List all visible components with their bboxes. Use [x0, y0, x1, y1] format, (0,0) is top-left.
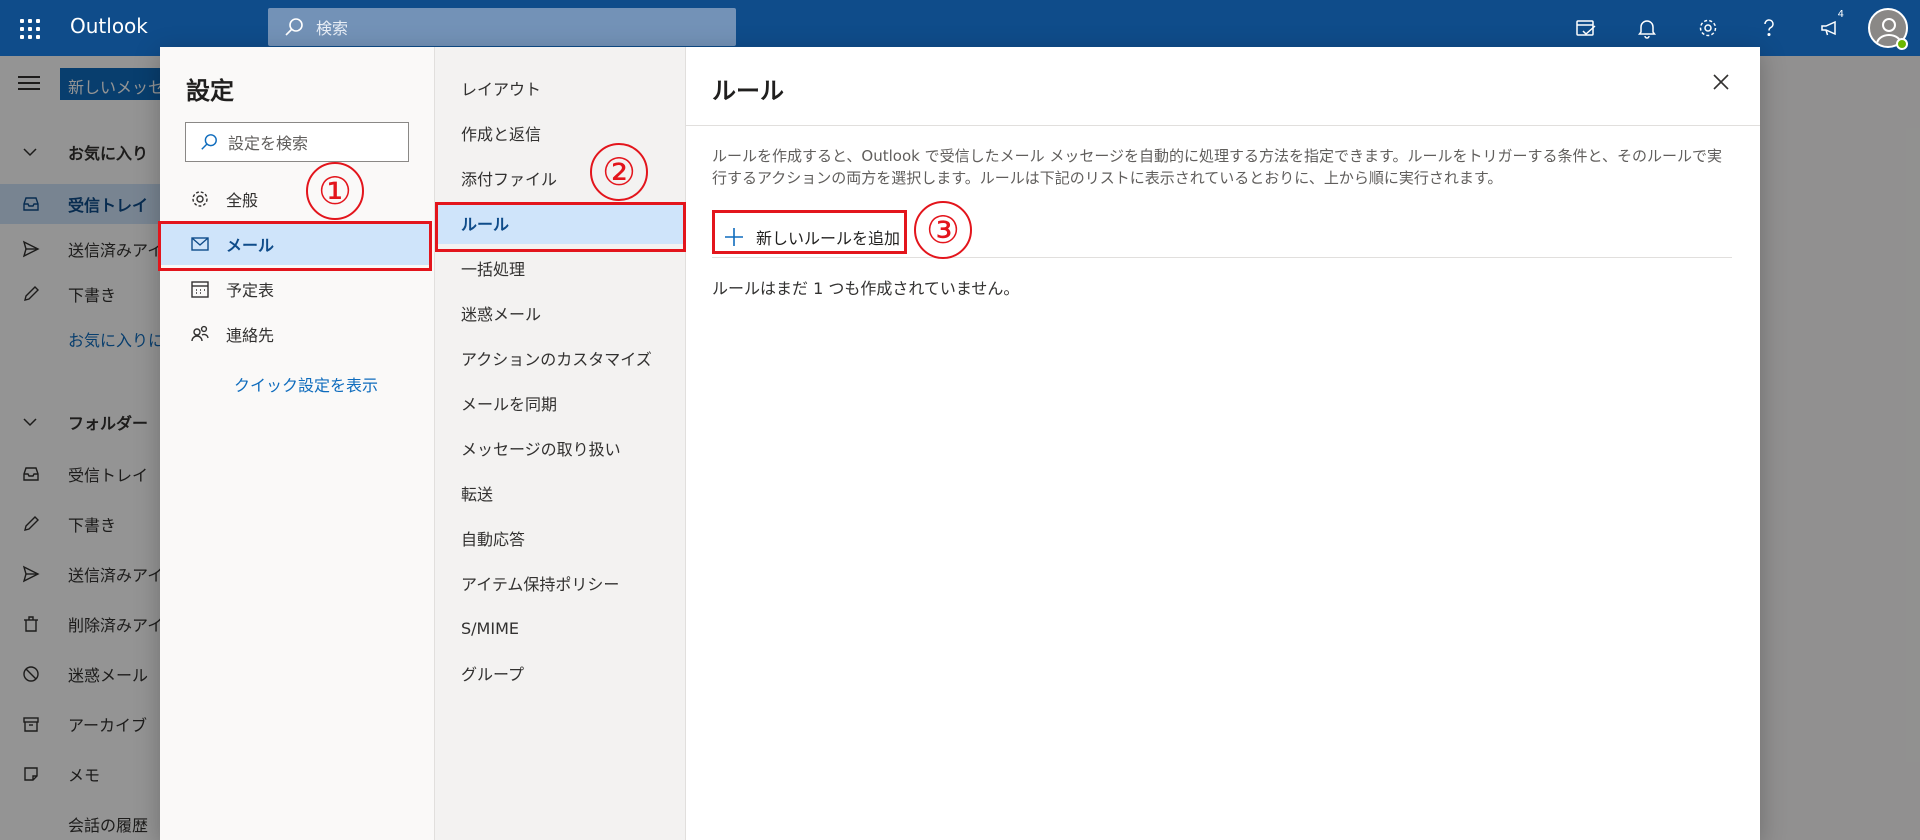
- app-launcher-icon[interactable]: [17, 16, 41, 40]
- section-customize-actions[interactable]: アクションのカスタマイズ: [435, 337, 685, 379]
- search-icon: [285, 18, 303, 36]
- section-smime[interactable]: S/MIME: [435, 607, 685, 649]
- settings-search-input[interactable]: 設定を検索: [185, 122, 409, 162]
- category-calendar[interactable]: 予定表: [160, 268, 430, 310]
- gear-icon: [192, 191, 208, 207]
- section-groups[interactable]: グループ: [435, 652, 685, 694]
- category-label: 予定表: [226, 281, 275, 300]
- todo-icon: [1575, 20, 1595, 36]
- people-icon: [191, 325, 209, 342]
- section-forwarding[interactable]: 転送: [435, 472, 685, 514]
- category-people[interactable]: 連絡先: [160, 313, 430, 355]
- bell-icon: [1637, 20, 1656, 39]
- presence-indicator: [1896, 38, 1908, 50]
- top-search-placeholder: 検索: [316, 19, 349, 38]
- rules-panel-title: ルール: [712, 77, 784, 105]
- quick-settings-link[interactable]: クイック設定を表示: [234, 372, 378, 396]
- highlight-mail-category: [158, 221, 432, 271]
- section-sync-email[interactable]: メールを同期: [435, 382, 685, 424]
- megaphone-icon: [1820, 20, 1836, 36]
- step-1-marker: ①: [306, 162, 364, 220]
- settings-dialog: 設定 設定を検索 全般 メール 予定表 連絡先 クイック設定を表示 レイアウト …: [160, 47, 1760, 840]
- section-automatic-replies[interactable]: 自動応答: [435, 517, 685, 559]
- section-layout[interactable]: レイアウト: [435, 67, 685, 109]
- section-compose-reply[interactable]: 作成と返信: [435, 112, 685, 154]
- gear-icon: [1699, 19, 1716, 37]
- help-icon: [1763, 19, 1774, 37]
- category-general[interactable]: 全般: [160, 178, 430, 220]
- section-junk-email[interactable]: 迷惑メール: [435, 292, 685, 334]
- calendar-icon: [191, 281, 209, 298]
- settings-search-placeholder: 設定を検索: [228, 134, 309, 153]
- section-attachments[interactable]: 添付ファイル: [435, 157, 685, 199]
- rules-panel: ルール ルールを作成すると、Outlook で受信したメール メッセージを自動的…: [686, 47, 1760, 840]
- settings-category-pane: 設定 設定を検索 全般 メール 予定表 連絡先 クイック設定を表示: [160, 47, 434, 840]
- notification-count: 4: [1835, 9, 1846, 20]
- mail-settings-pane: レイアウト 作成と返信 添付ファイル ルール 一括処理 迷惑メール アクションの…: [434, 47, 686, 840]
- top-search-input[interactable]: 検索: [268, 8, 736, 46]
- section-retention-policies[interactable]: アイテム保持ポリシー: [435, 562, 685, 604]
- settings-title: 設定: [186, 77, 234, 105]
- highlight-add-rule-button: [712, 210, 907, 254]
- step-3-marker: ③: [914, 201, 972, 259]
- feedback-button[interactable]: 4: [1799, 0, 1860, 56]
- section-sweep[interactable]: 一括処理: [435, 247, 685, 289]
- rules-description: ルールを作成すると、Outlook で受信したメール メッセージを自動的に処理す…: [712, 147, 1722, 187]
- no-rules-message: ルールはまだ 1 つも作成されていません。: [712, 279, 1020, 298]
- section-message-handling[interactable]: メッセージの取り扱い: [435, 427, 685, 469]
- category-label: 全般: [226, 191, 259, 210]
- panel-divider: [686, 125, 1760, 126]
- close-icon[interactable]: [1710, 71, 1732, 93]
- search-icon: [201, 134, 217, 150]
- step-2-marker: ②: [590, 143, 648, 201]
- highlight-rules-section: [435, 202, 686, 252]
- category-label: 連絡先: [226, 326, 275, 345]
- app-brand[interactable]: Outlook: [70, 14, 148, 38]
- rule-list-divider: [712, 257, 1732, 258]
